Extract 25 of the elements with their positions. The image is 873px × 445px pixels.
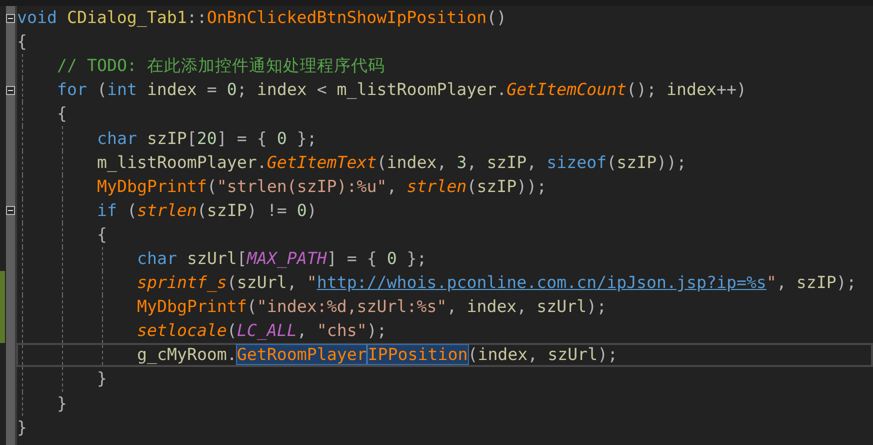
code-line: m_listRoomPlayer.GetItemText(index, 3, szIP, sizeof(szIP));	[97, 152, 687, 174]
code-line: void CDialog_Tab1::OnBnClickedBtnShowIpPosition()	[17, 7, 507, 30]
code-line: setlocale(LC_ALL, "chs");	[137, 320, 387, 342]
code-line: }	[17, 416, 27, 439]
indent-guide	[102, 345, 103, 366]
indent-guide	[22, 345, 23, 366]
code-line: char szIP[20] = { 0 };	[97, 128, 317, 150]
code-line: }	[97, 368, 107, 390]
code-line: {	[57, 103, 67, 126]
collapse-icon[interactable]	[6, 14, 15, 23]
code-line: if (strlen(szIP) != 0)	[97, 200, 317, 222]
code-line: sprintf_s(szUrl, "http://whois.pconline.com.cn/ipJson.jsp?ip=%s", szIP);	[137, 272, 856, 294]
collapse-icon[interactable]	[6, 206, 15, 216]
code-line: }	[57, 392, 67, 415]
indent-guide	[62, 345, 63, 366]
code-line: {	[17, 31, 27, 54]
code-line: MyDbgPrintf("strlen(szIP):%u", strlen(szIP));	[97, 176, 547, 198]
code-line: MyDbgPrintf("index:%d,szUrl:%s", index, szUrl);	[137, 296, 607, 318]
code-line: char szUrl[MAX_PATH] = { 0 };	[137, 248, 427, 270]
code-line: g_cMyRoom.GetRoomPlayerIPPosition(index, szUrl);	[137, 344, 618, 366]
code-line: // TODO: 在此添加控件通知处理程序代码	[57, 55, 385, 78]
indent-guide	[62, 367, 63, 392]
code-line: for (int index = 0; index < m_listRoomPlayer.GetItemCount(); index++)	[57, 79, 746, 102]
code-line: {	[97, 224, 107, 246]
collapse-icon[interactable]	[6, 86, 15, 95]
